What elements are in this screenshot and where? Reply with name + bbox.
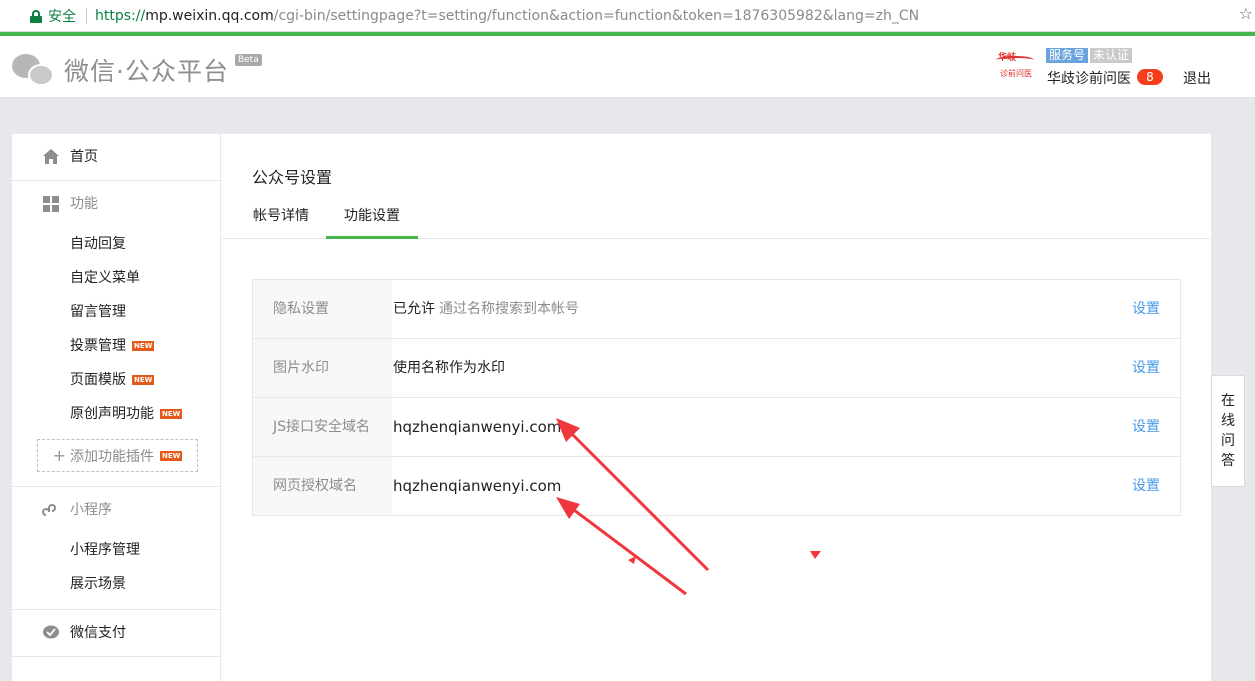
sidebar-item-home[interactable]: 首页 <box>12 134 220 180</box>
sidebar-heading-label: 小程序 <box>70 502 112 518</box>
row-value: 使用名称作为水印 <box>393 360 505 376</box>
privacy-desc: 通过名称搜索到本帐号 <box>439 301 579 317</box>
logout-link[interactable]: 退出 <box>1183 68 1211 88</box>
settings-row-privacy: 隐私设置 已允许 通过名称搜索到本帐号 设置 <box>253 280 1180 339</box>
url-host: mp.weixin.qq.com <box>145 8 274 24</box>
account-avatar[interactable]: 华岐 诊前问医 <box>996 48 1036 80</box>
sidebar-item-original-declaration[interactable]: 原创声明功能 NEW <box>12 397 220 431</box>
row-label: 图片水印 <box>253 339 392 397</box>
settings-row-watermark: 图片水印 使用名称作为水印 设置 <box>253 339 1180 398</box>
sidebar-item-wechat-pay[interactable]: 微信支付 <box>12 610 220 656</box>
sidebar-item-label: 留言管理 <box>70 304 126 320</box>
settings-row-oauth-domain: 网页授权域名 hqzhenqianwenyi.com 设置 <box>253 457 1180 515</box>
grid-icon <box>43 196 59 212</box>
message-count-badge[interactable]: 8 <box>1137 69 1163 85</box>
qa-char: 线 <box>1221 413 1235 429</box>
row-label: 网页授权域名 <box>253 457 392 515</box>
page-title: 公众号设置 <box>252 168 333 187</box>
url-scheme: https:// <box>95 8 146 24</box>
sidebar-item-label: 展示场景 <box>70 576 126 592</box>
js-domain-setting-link[interactable]: 设置 <box>1132 398 1160 456</box>
beta-badge: Beta <box>234 54 262 66</box>
qa-char: 在 <box>1221 393 1235 409</box>
wechat-mp-logo[interactable]: 微信·公众平台 Beta <box>12 52 262 88</box>
account-panel: 华岐 诊前问医 服务号 未认证 华歧诊前问医 8 退出 <box>996 48 1246 92</box>
sidebar-item-label: 投票管理 <box>70 338 126 354</box>
sidebar-item-auto-reply[interactable]: 自动回复 <box>12 227 220 261</box>
settings-row-js-domain: JS接口安全域名 hqzhenqianwenyi.com 设置 <box>253 398 1180 457</box>
sidebar-section-pay: 微信支付 <box>12 610 220 657</box>
bookmark-star-icon[interactable]: ☆ <box>1239 4 1253 23</box>
oauth-domain-setting-link[interactable]: 设置 <box>1132 457 1160 515</box>
plus-icon: + <box>52 446 67 465</box>
tab-account-details[interactable]: 帐号详情 <box>252 196 310 239</box>
new-badge: NEW <box>160 409 183 419</box>
sidebar-item-page-templates[interactable]: 页面模版 NEW <box>12 363 220 397</box>
sidebar-item-label: 页面模版 <box>70 372 126 388</box>
row-label: JS接口安全域名 <box>253 398 392 456</box>
sidebar-heading-miniprogram: 小程序 <box>12 487 220 533</box>
row-label: 隐私设置 <box>253 280 392 338</box>
sidebar-section-miniprogram: 小程序 小程序管理 展示场景 <box>12 487 220 610</box>
sidebar-item-label: 原创声明功能 <box>70 406 154 422</box>
wechat-logo-icon <box>12 52 56 88</box>
sidebar-section-home: 首页 <box>12 134 220 181</box>
privacy-status: 已允许 <box>393 301 435 317</box>
sidebar-item-label: 微信支付 <box>70 625 126 641</box>
secure-label: 安全 <box>48 9 76 25</box>
qa-char: 问 <box>1221 433 1235 449</box>
sidebar-section-function: 功能 自动回复 自定义菜单 留言管理 投票管理 NEW 页面模版 NEW 原创声明功… <box>12 181 220 487</box>
url-field[interactable]: 安全 https:// mp.weixin.qq.com /cgi-bin/se… <box>30 3 1245 29</box>
qa-char: 答 <box>1221 453 1235 469</box>
sidebar-item-label: 自定义菜单 <box>70 270 140 286</box>
sidebar-item-comments[interactable]: 留言管理 <box>12 295 220 329</box>
main-panel: 公众号设置 帐号详情 功能设置 隐私设置 已允许 通过名称搜索到本帐号 设置 图片… <box>221 134 1211 681</box>
sidebar: 首页 功能 自动回复 自定义菜单 留言管理 投票管理 NEW 页面模版 NEW 原创… <box>12 134 221 681</box>
unverified-tag: 未认证 <box>1090 48 1133 63</box>
sidebar-item-label: 小程序管理 <box>70 542 140 558</box>
logo-text: 微信·公众平台 <box>64 57 229 86</box>
sidebar-heading-label: 功能 <box>70 196 98 212</box>
service-account-tag: 服务号 <box>1046 48 1089 63</box>
wechat-pay-icon <box>43 625 59 639</box>
avatar-logo-subtext: 诊前问医 <box>1000 69 1032 78</box>
avatar-logo-swoosh <box>996 56 1034 64</box>
new-badge: NEW <box>132 341 155 351</box>
privacy-setting-link[interactable]: 设置 <box>1132 280 1160 338</box>
tab-function-settings[interactable]: 功能设置 <box>326 196 418 239</box>
browser-address-bar: 安全 https:// mp.weixin.qq.com /cgi-bin/se… <box>0 0 1255 32</box>
row-value: hqzhenqianwenyi.com <box>393 418 562 436</box>
add-plugin-button[interactable]: + 添加功能插件 NEW <box>37 439 198 472</box>
row-value: hqzhenqianwenyi.com <box>393 477 562 495</box>
url-path: /cgi-bin/settingpage?t=setting/function&… <box>273 8 920 24</box>
account-name[interactable]: 华歧诊前问医 <box>1047 68 1131 88</box>
lock-icon <box>30 9 42 23</box>
address-divider <box>86 8 87 24</box>
watermark-setting-link[interactable]: 设置 <box>1132 339 1160 397</box>
sidebar-item-label: 首页 <box>70 149 98 165</box>
page-header: 微信·公众平台 Beta 华岐 诊前问医 服务号 未认证 华歧诊前问医 8 退出 <box>0 36 1255 98</box>
settings-tabs: 帐号详情 功能设置 <box>221 196 1211 239</box>
add-plugin-label: 添加功能插件 <box>70 448 155 465</box>
settings-table: 隐私设置 已允许 通过名称搜索到本帐号 设置 图片水印 使用名称作为水印 设置 J… <box>252 279 1181 516</box>
sidebar-item-voting[interactable]: 投票管理 NEW <box>12 329 220 363</box>
home-icon <box>43 149 59 164</box>
sidebar-item-miniprogram-manage[interactable]: 小程序管理 <box>12 533 220 567</box>
sidebar-item-label: 自动回复 <box>70 236 126 252</box>
sidebar-item-display-scenes[interactable]: 展示场景 <box>12 567 220 601</box>
new-badge: NEW <box>132 375 155 385</box>
row-value: 已允许 通过名称搜索到本帐号 <box>393 280 579 338</box>
sidebar-item-custom-menu[interactable]: 自定义菜单 <box>12 261 220 295</box>
miniprogram-icon <box>42 504 56 516</box>
new-badge: NEW <box>160 450 183 461</box>
online-qa-tab[interactable]: 在 线 问 答 <box>1211 375 1245 487</box>
sidebar-heading-function: 功能 <box>12 181 220 227</box>
